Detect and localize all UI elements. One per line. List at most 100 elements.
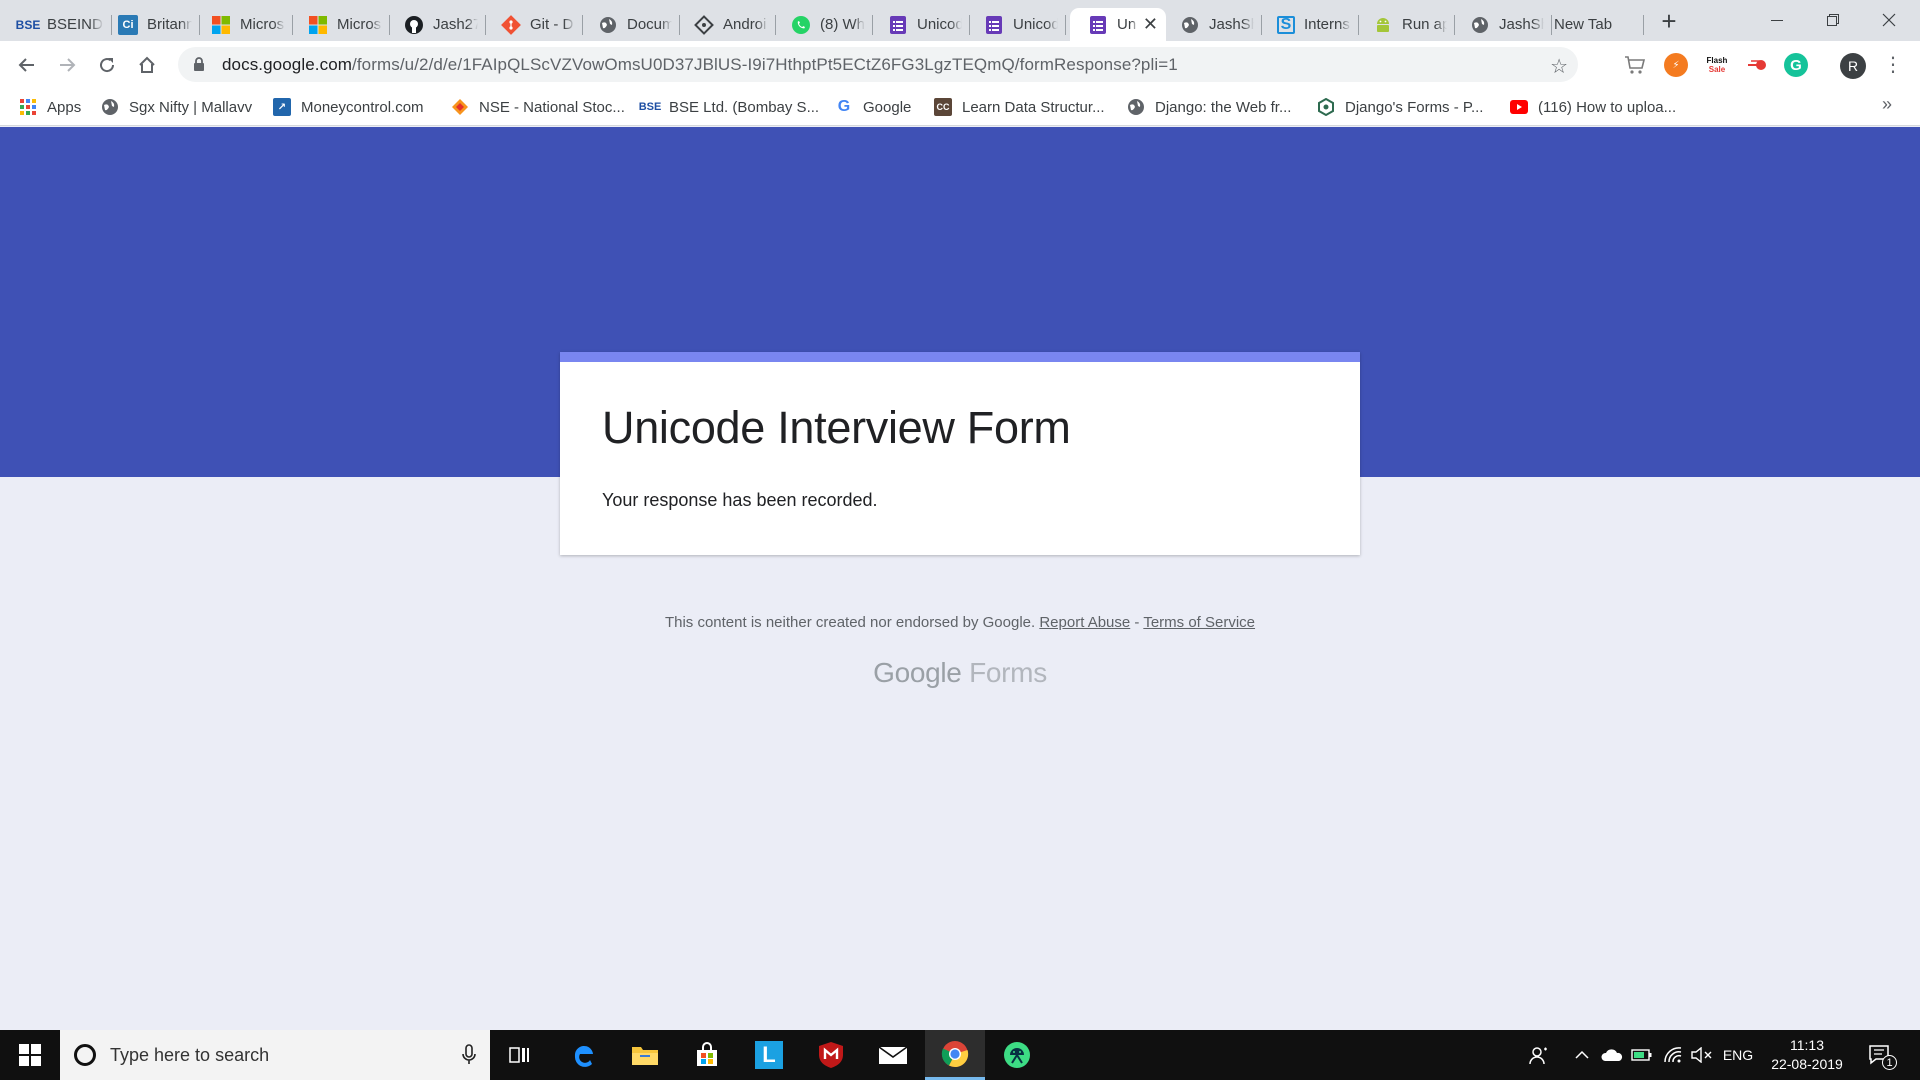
- tab-label: Docum: [627, 16, 672, 33]
- bookmark-youtube[interactable]: (116) How to uploa...: [1510, 96, 1676, 118]
- grammarly-icon[interactable]: G: [1784, 53, 1808, 77]
- tab-label: Britann: [147, 16, 192, 33]
- google-forms-logo[interactable]: Google Forms: [0, 657, 1920, 689]
- bookmark-django-forms[interactable]: Django's Forms - P...: [1317, 96, 1483, 118]
- flash-sale-extension-icon[interactable]: Flash Sale: [1702, 53, 1732, 77]
- terms-of-service-link[interactable]: Terms of Service: [1143, 614, 1255, 631]
- taskbar-l-app[interactable]: L: [739, 1030, 799, 1080]
- cart-extension-icon[interactable]: [1623, 53, 1647, 77]
- forward-button[interactable]: [51, 49, 83, 81]
- tab-run-app[interactable]: Run ap: [1355, 8, 1455, 41]
- taskbar-edge[interactable]: [554, 1030, 614, 1080]
- android-icon: [1373, 15, 1393, 35]
- tab-britannica[interactable]: Ci Britann: [100, 8, 200, 41]
- bookmark-label: Django's Forms - P...: [1345, 98, 1484, 116]
- bookmark-apps[interactable]: Apps: [19, 96, 81, 118]
- lock-icon[interactable]: [190, 56, 208, 74]
- bookmark-django-web[interactable]: Django: the Web fr...: [1127, 96, 1291, 118]
- taskbar-mail[interactable]: [863, 1030, 923, 1080]
- people-tray-icon[interactable]: [1522, 1030, 1556, 1080]
- taskbar-store[interactable]: [677, 1030, 737, 1080]
- tab-label: Uni: [1117, 16, 1137, 33]
- nse-icon: [451, 98, 469, 116]
- tab-git[interactable]: Git - D: [483, 8, 583, 41]
- tab-unicode-active[interactable]: Uni ✕: [1070, 8, 1166, 41]
- tab-label: JashSh: [1209, 16, 1254, 33]
- tab-bseind[interactable]: BSE BSEIND: [0, 8, 112, 41]
- speed-extension-icon[interactable]: [1745, 53, 1769, 77]
- microphone-icon[interactable]: [462, 1044, 476, 1071]
- input-language[interactable]: ENG: [1718, 1030, 1758, 1080]
- volume-muted-icon[interactable]: [1688, 1030, 1716, 1080]
- notification-count-badge: 1: [1882, 1055, 1897, 1070]
- microsoft-icon: [211, 15, 231, 35]
- url-path: /forms/u/2/d/e/1FAIpQLScVZVowOmsU0D37JBl…: [352, 54, 1178, 74]
- tab-jashsh-2[interactable]: JashSh: [1452, 8, 1552, 41]
- tab-unicode-1[interactable]: Unicod: [870, 8, 970, 41]
- tab-label: JashSh: [1499, 16, 1544, 33]
- close-window-button[interactable]: [1866, 0, 1912, 40]
- disclaimer-text: This content is neither created nor endo…: [664, 614, 1036, 631]
- lightning-extension-icon[interactable]: ⚡: [1664, 53, 1688, 77]
- tab-unicode-2[interactable]: Unicod: [966, 8, 1066, 41]
- tab-documentation[interactable]: Docum: [580, 8, 680, 41]
- flash-sale-label: Sale: [1708, 65, 1726, 74]
- tab-android[interactable]: Androi: [676, 8, 776, 41]
- taskbar-mcafee[interactable]: [801, 1030, 861, 1080]
- home-icon: [139, 56, 155, 73]
- bookmark-moneycontrol[interactable]: ↗ Moneycontrol.com: [273, 96, 424, 118]
- bookmark-star-icon[interactable]: ☆: [1550, 54, 1568, 79]
- bookmark-label: Apps: [47, 98, 82, 116]
- tab-internshala[interactable]: S Interns: [1259, 8, 1359, 41]
- bookmark-label: Google: [863, 98, 912, 116]
- taskbar-chrome[interactable]: [925, 1030, 985, 1080]
- start-button[interactable]: [0, 1030, 60, 1080]
- taskbar-search-box[interactable]: Type here to search: [60, 1030, 490, 1080]
- tab-whatsapp[interactable]: (8) Wh: [773, 8, 873, 41]
- reload-button[interactable]: [91, 49, 123, 81]
- taskbar-file-explorer[interactable]: [615, 1030, 675, 1080]
- tab-new-tab[interactable]: New Tab: [1548, 8, 1644, 41]
- tab-microsoft-1[interactable]: Micros: [193, 8, 293, 41]
- battery-icon[interactable]: [1628, 1030, 1656, 1080]
- tab-github[interactable]: Jash27: [386, 8, 486, 41]
- bookmark-nse[interactable]: NSE - National Stoc...: [451, 96, 625, 118]
- report-abuse-link[interactable]: Report Abuse: [1039, 614, 1130, 631]
- globe-icon: [1127, 98, 1145, 116]
- url-domain: docs.google.com: [222, 54, 353, 74]
- profile-avatar[interactable]: R: [1840, 53, 1866, 79]
- taskbar-android-studio[interactable]: [987, 1030, 1047, 1080]
- form-title: Unicode Interview Form: [602, 402, 1071, 453]
- tab-label: (8) Wh: [820, 16, 865, 33]
- bookmark-label: NSE - National Stoc...: [479, 98, 625, 116]
- bookmark-sgx-nifty[interactable]: Sgx Nifty | Mallavv: [101, 96, 252, 118]
- django-icon: [1317, 98, 1335, 116]
- minimize-button[interactable]: [1754, 0, 1800, 40]
- tab-label: Micros: [240, 16, 285, 33]
- taskbar-clock[interactable]: 11:13 22-08-2019: [1762, 1036, 1852, 1074]
- bookmark-bse[interactable]: BSE BSE Ltd. (Bombay S...: [639, 96, 819, 118]
- chrome-menu-icon[interactable]: ⋮: [1883, 50, 1903, 80]
- close-tab-icon[interactable]: ✕: [1143, 14, 1158, 35]
- address-bar[interactable]: docs.google.com/forms/u/2/d/e/1FAIpQLScV…: [178, 47, 1578, 82]
- task-view-button[interactable]: [490, 1030, 550, 1080]
- show-hidden-icons-chevron-icon[interactable]: [1570, 1030, 1594, 1080]
- bookmark-learn-data-structures[interactable]: CC Learn Data Structur...: [934, 96, 1105, 118]
- android-studio-icon: [694, 14, 714, 35]
- tab-microsoft-2[interactable]: Micros: [290, 8, 390, 41]
- footer-disclaimer: This content is neither created nor endo…: [0, 614, 1920, 631]
- action-center-button[interactable]: 1: [1860, 1030, 1900, 1080]
- url-text[interactable]: docs.google.com/forms/u/2/d/e/1FAIpQLScV…: [222, 55, 1178, 75]
- cortana-icon: [74, 1044, 96, 1066]
- wifi-icon[interactable]: [1659, 1030, 1687, 1080]
- back-button[interactable]: [11, 49, 43, 81]
- more-bookmarks-chevron-icon[interactable]: »: [1882, 94, 1892, 115]
- bookmark-google[interactable]: G Google: [835, 96, 912, 118]
- logo-product-text: Forms: [969, 657, 1047, 688]
- restore-button[interactable]: [1810, 0, 1856, 40]
- new-tab-button[interactable]: +: [1655, 8, 1683, 36]
- google-forms-icon: [1088, 15, 1108, 35]
- onedrive-cloud-icon[interactable]: [1598, 1030, 1626, 1080]
- home-button[interactable]: [131, 49, 163, 81]
- tab-jashsh-1[interactable]: JashSh: [1162, 8, 1262, 41]
